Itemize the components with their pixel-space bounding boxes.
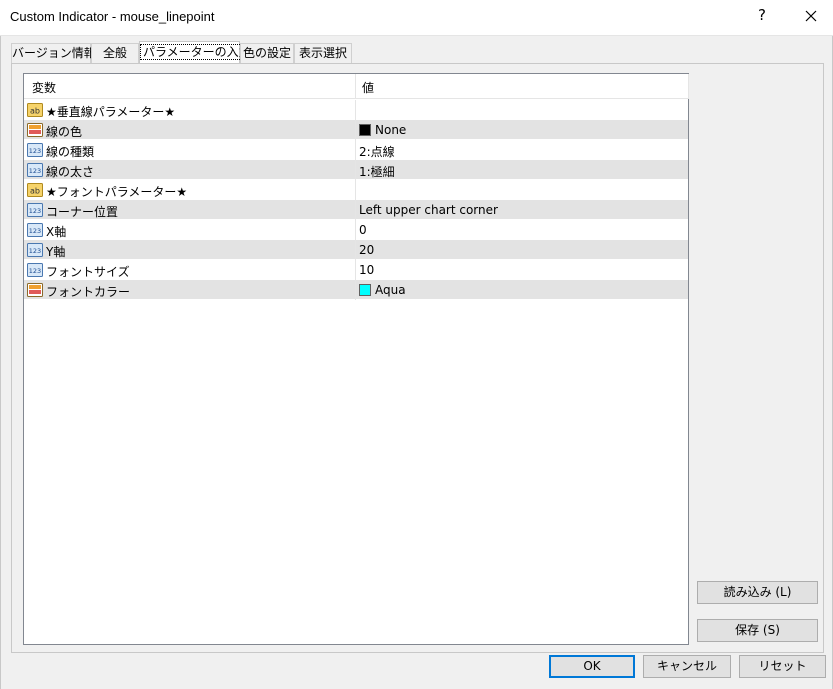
svg-text:123: 123 [29, 167, 41, 175]
load-button[interactable]: 読み込み (L) [697, 581, 818, 604]
int-param-icon: 123 [27, 262, 43, 278]
int-param-icon: 123 [27, 242, 43, 258]
parameter-name: コーナー位置 [46, 205, 119, 219]
parameter-row[interactable]: フォントカラー Aqua [24, 280, 688, 300]
svg-text:123: 123 [29, 227, 41, 235]
parameter-value-text: 1:極細 [359, 165, 395, 179]
tab-general[interactable]: 全般 [91, 43, 139, 64]
svg-text:ab: ab [30, 107, 40, 116]
svg-text:123: 123 [29, 147, 41, 155]
column-divider [355, 160, 356, 180]
int-param-icon: 123 [27, 222, 43, 238]
parameter-value-text: 20 [359, 243, 375, 257]
parameter-name: Y軸 [46, 245, 66, 259]
tab-label: 表示選択 [298, 46, 347, 60]
parameter-value-text: 10 [359, 263, 375, 277]
parameters-grid: 変数 値 ab ★垂直線パラメーター★ 線の色 None 123 線の種類 2:点線 123 線… [23, 73, 689, 645]
column-divider [355, 200, 356, 220]
tab-colors[interactable]: 色の設定 [240, 43, 294, 64]
svg-text:123: 123 [29, 247, 41, 255]
parameter-value-text: 0 [359, 223, 367, 237]
dialog-body: バージョン情報 全般 パラメーターの入力 色の設定 表示選択 変数 値 ab ★垂… [0, 36, 833, 689]
help-button[interactable]: ? [758, 6, 766, 24]
parameter-value-text: Left upper chart corner [359, 203, 498, 217]
color-swatch [359, 284, 371, 296]
parameter-value[interactable]: 10 [359, 263, 374, 277]
parameter-row[interactable]: 123 線の種類 2:点線 [24, 140, 688, 160]
parameter-row[interactable]: 123 コーナー位置 Left upper chart corner [24, 200, 688, 220]
column-divider[interactable] [355, 74, 356, 99]
parameter-value-text: None [375, 123, 407, 137]
string-param-icon: ab [27, 182, 43, 198]
parameter-value[interactable]: 20 [359, 243, 374, 257]
parameter-row[interactable]: ab ★フォントパラメーター★ [24, 180, 688, 200]
tab-label: 色の設定 [242, 46, 291, 60]
parameter-row[interactable]: 線の色 None [24, 120, 688, 140]
ok-button[interactable]: OK [549, 655, 635, 678]
close-icon [805, 10, 817, 22]
parameters-panel: 変数 値 ab ★垂直線パラメーター★ 線の色 None 123 線の種類 2:点線 123 線… [11, 63, 824, 653]
column-divider [355, 240, 356, 260]
string-param-icon: ab [27, 102, 43, 118]
svg-text:ab: ab [30, 187, 40, 196]
parameter-row[interactable]: 123 Y軸 20 [24, 240, 688, 260]
column-divider [355, 140, 356, 160]
int-param-icon: 123 [27, 162, 43, 178]
title-bar: Custom Indicator - mouse_linepoint ? [0, 0, 833, 36]
parameter-value[interactable]: 1:極細 [359, 163, 395, 180]
parameter-name: ★フォントパラメーター★ [46, 185, 188, 199]
parameter-value[interactable]: 2:点線 [359, 143, 395, 160]
cancel-button[interactable]: キャンセル [643, 655, 731, 678]
column-header-name[interactable]: 変数 [32, 79, 56, 96]
tab-label: パラメーターの入力 [140, 44, 254, 60]
parameter-value[interactable]: Aqua [359, 283, 406, 297]
parameter-value-text: 2:点線 [359, 145, 395, 159]
column-header-value[interactable]: 値 [362, 79, 374, 96]
color-param-icon [27, 282, 43, 298]
save-button[interactable]: 保存 (S) [697, 619, 818, 642]
parameter-name: X軸 [46, 225, 67, 239]
tab-version-info[interactable]: バージョン情報 [11, 43, 96, 64]
reset-button[interactable]: リセット [739, 655, 826, 678]
column-divider [355, 180, 356, 200]
int-param-icon: 123 [27, 142, 43, 158]
svg-text:123: 123 [29, 267, 41, 275]
parameter-value[interactable]: None [359, 123, 406, 137]
column-divider [355, 260, 356, 280]
int-param-icon: 123 [27, 202, 43, 218]
window-title: Custom Indicator - mouse_linepoint [10, 9, 215, 24]
parameter-value[interactable]: Left upper chart corner [359, 203, 498, 217]
tab-label: 全般 [102, 46, 127, 60]
color-param-icon [27, 122, 43, 138]
svg-text:123: 123 [29, 207, 41, 215]
parameter-name: ★垂直線パラメーター★ [46, 105, 176, 119]
parameter-name: 線の色 [46, 125, 83, 139]
tab-visualization[interactable]: 表示選択 [294, 43, 352, 64]
parameter-row[interactable]: 123 フォントサイズ 10 [24, 260, 688, 280]
column-divider [355, 120, 356, 140]
column-divider [355, 220, 356, 240]
parameter-name: フォントサイズ [46, 265, 130, 279]
color-swatch [359, 124, 371, 136]
parameter-row[interactable]: ab ★垂直線パラメーター★ [24, 100, 688, 120]
column-divider [355, 100, 356, 120]
grid-header: 変数 値 [24, 74, 689, 99]
parameter-value-text: Aqua [375, 283, 406, 297]
tab-label: バージョン情報 [12, 46, 96, 60]
parameter-row[interactable]: 123 X軸 0 [24, 220, 688, 240]
parameter-name: フォントカラー [46, 285, 131, 299]
parameter-name: 線の種類 [46, 145, 95, 159]
parameter-value[interactable]: 0 [359, 223, 367, 237]
parameter-row[interactable]: 123 線の太さ 1:極細 [24, 160, 688, 180]
close-button[interactable] [798, 3, 824, 29]
column-divider[interactable] [688, 74, 689, 99]
column-divider [355, 280, 356, 300]
parameter-name: 線の太さ [46, 165, 95, 179]
